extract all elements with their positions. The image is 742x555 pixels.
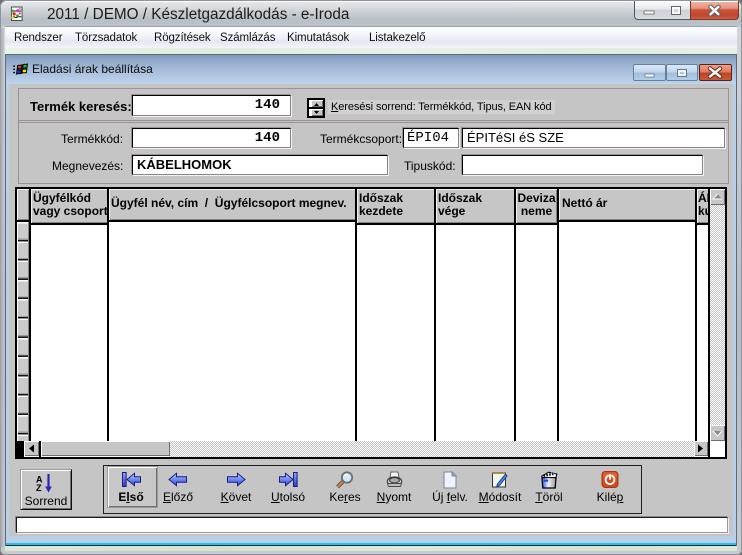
svg-text:Z: Z — [36, 483, 42, 493]
